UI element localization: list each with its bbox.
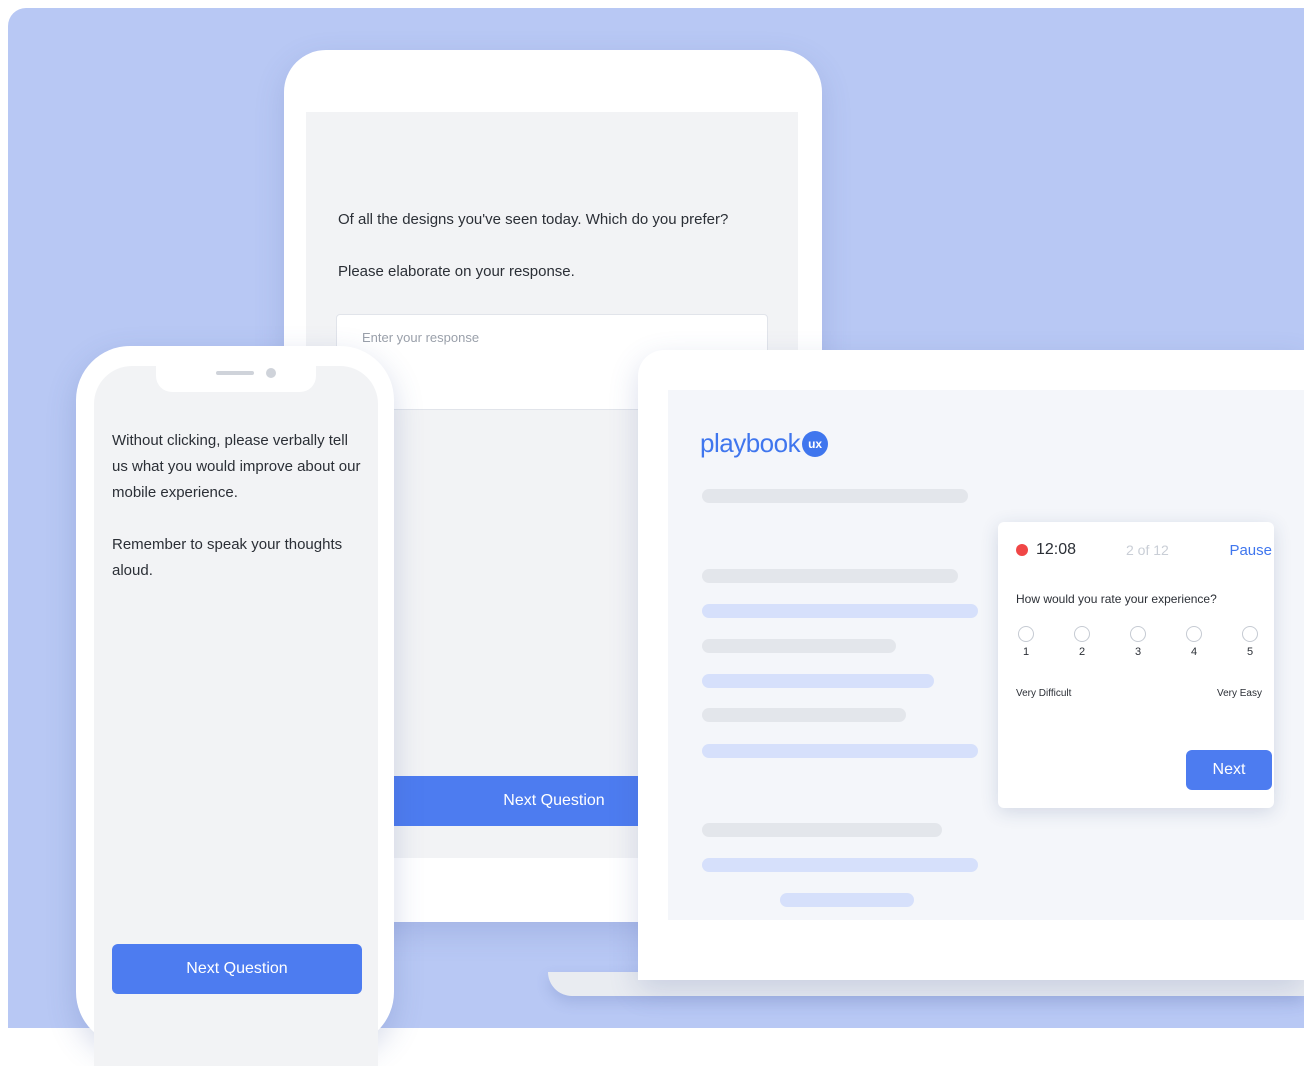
placeholder-bar xyxy=(702,823,942,837)
recording-indicator-icon xyxy=(1016,544,1028,556)
phone-screen: Without clicking, please verbally tell u… xyxy=(94,366,378,1066)
radio-icon[interactable] xyxy=(1186,626,1202,642)
placeholder-bar xyxy=(702,744,978,758)
speaker-icon xyxy=(216,371,254,375)
rating-option-label: 3 xyxy=(1134,646,1142,658)
phone-device: Without clicking, please verbally tell u… xyxy=(76,346,394,1066)
rating-option-label: 1 xyxy=(1022,646,1030,658)
rating-option-4[interactable]: 4 xyxy=(1184,626,1204,658)
radio-icon[interactable] xyxy=(1018,626,1034,642)
logo-badge: ux xyxy=(802,430,829,457)
rating-option-5[interactable]: 5 xyxy=(1240,626,1260,658)
next-button[interactable]: Next xyxy=(1186,750,1272,790)
placeholder-bar xyxy=(702,489,968,503)
phone-notch xyxy=(156,366,316,392)
laptop-device: playbook ux 12:08 2 of 12 Pause How woul… xyxy=(638,350,1304,980)
placeholder-bar xyxy=(702,604,978,618)
radio-icon[interactable] xyxy=(1242,626,1258,642)
rating-option-2[interactable]: 2 xyxy=(1072,626,1092,658)
playbook-logo: playbook ux xyxy=(700,428,829,459)
survey-instruction: Please elaborate on your response. xyxy=(338,263,575,280)
pause-button[interactable]: Pause xyxy=(1229,542,1272,559)
laptop-screen: playbook ux 12:08 2 of 12 Pause How woul… xyxy=(668,390,1304,920)
rating-option-1[interactable]: 1 xyxy=(1016,626,1036,658)
radio-icon[interactable] xyxy=(1130,626,1146,642)
camera-icon xyxy=(266,368,276,378)
phone-reminder: Remember to speak your thoughts aloud. xyxy=(112,536,343,579)
recording-timer: 12:08 xyxy=(1036,541,1077,558)
placeholder-bar xyxy=(702,858,978,872)
logo-text: playbook xyxy=(700,428,801,458)
rating-question: How would you rate your experience? xyxy=(1016,592,1217,606)
placeholder-bar xyxy=(780,893,914,907)
scale-max-label: Very Easy xyxy=(1216,688,1262,699)
rating-option-label: 5 xyxy=(1246,646,1254,658)
rating-option-label: 2 xyxy=(1078,646,1086,658)
placeholder-bar xyxy=(702,569,958,583)
rating-option-label: 4 xyxy=(1190,646,1198,658)
task-progress: 2 of 12 xyxy=(1126,542,1169,558)
radio-icon[interactable] xyxy=(1074,626,1090,642)
rating-card: 12:08 2 of 12 Pause How would you rate y… xyxy=(998,522,1274,808)
survey-question: Of all the designs you've seen today. Wh… xyxy=(338,211,729,228)
scale-min-label: Very Difficult xyxy=(1016,688,1072,699)
placeholder-bar xyxy=(702,708,906,722)
placeholder-bar xyxy=(702,639,896,653)
phone-prompt: Without clicking, please verbally tell u… xyxy=(112,432,361,501)
response-placeholder: Enter your response xyxy=(362,330,480,345)
phone-next-question-button[interactable]: Next Question xyxy=(112,944,362,994)
rating-option-3[interactable]: 3 xyxy=(1128,626,1148,658)
placeholder-bar xyxy=(702,674,934,688)
